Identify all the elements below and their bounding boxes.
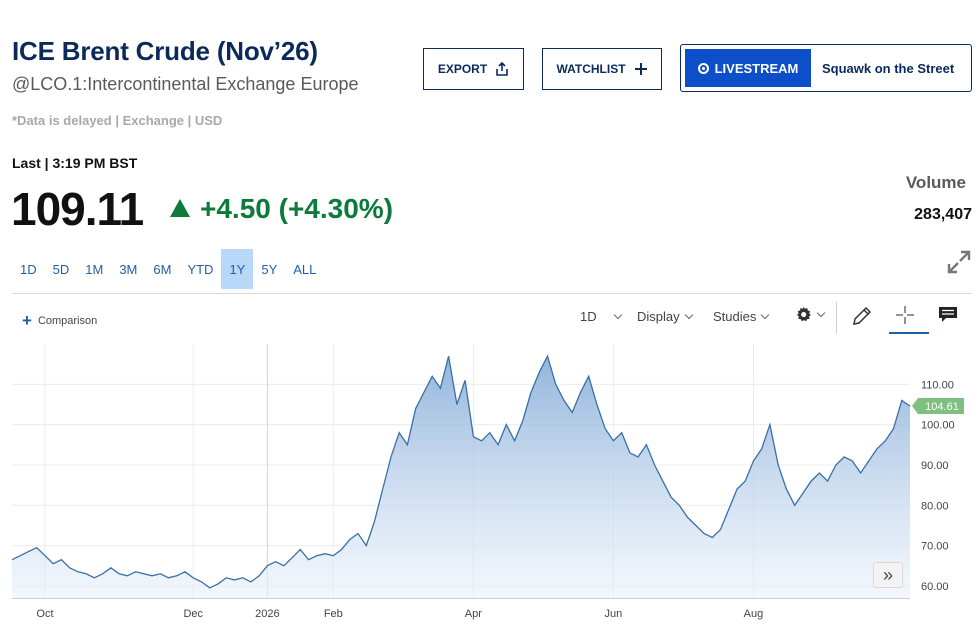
chevron-down-icon — [816, 308, 826, 318]
interval-label: 1D — [580, 309, 597, 324]
x-tick-label: Aug — [744, 608, 764, 620]
range-5y[interactable]: 5Y — [253, 249, 285, 289]
watchlist-label: WATCHLIST — [556, 62, 626, 76]
watchlist-button[interactable]: WATCHLIST — [542, 48, 662, 90]
x-tick-label: Oct — [36, 608, 53, 620]
comparison-plus-icon: + — [22, 311, 32, 330]
up-arrow-icon — [170, 199, 190, 217]
volume-label: Volume — [905, 173, 966, 192]
scroll-to-latest-button[interactable]: » — [873, 562, 903, 588]
plus-icon — [634, 63, 647, 75]
time-range-selector: 1D 5D 1M 3M 6M YTD 1Y 5Y ALL — [12, 249, 324, 289]
comparison-button[interactable]: + Comparison — [22, 312, 97, 329]
page-title: ICE Brent Crude (Nov’26) — [12, 36, 318, 66]
livestream-show-name: Squawk on the Street — [822, 60, 955, 76]
instrument-subtitle: @LCO.1:Intercontinental Exchange Europe — [12, 74, 359, 94]
x-tick-label: Dec — [183, 608, 203, 620]
export-label: EXPORT — [437, 62, 488, 76]
active-tool-indicator — [889, 332, 929, 334]
crosshair-icon[interactable] — [895, 305, 915, 325]
price-change: +4.50 (+4.30%) — [170, 193, 393, 225]
interval-dropdown[interactable]: 1D — [580, 309, 622, 324]
last-trade-label: Last | 3:19 PM BST — [12, 155, 138, 171]
studies-dropdown[interactable]: Studies — [713, 309, 770, 324]
expand-icon[interactable] — [946, 249, 972, 275]
y-tick-label: 80.00 — [921, 500, 949, 512]
x-tick-label: Feb — [324, 608, 343, 620]
y-tick-label: 60.00 — [921, 581, 949, 593]
share-icon — [496, 62, 508, 76]
live-dot-icon — [697, 62, 709, 74]
range-ytd[interactable]: YTD — [179, 249, 221, 289]
price-chart[interactable]: 60.00 70.00 80.00 90.00 100.00 110.00 Oct Dec 20… — [12, 338, 978, 624]
comparison-label: Comparison — [37, 314, 98, 327]
price-change-value: +4.50 (+4.30%) — [200, 193, 394, 224]
annotation-icon[interactable] — [938, 306, 958, 324]
last-price: 109.11 — [11, 183, 144, 235]
pencil-icon[interactable] — [851, 305, 873, 327]
display-label: Display — [637, 309, 680, 324]
fast-forward-icon: » — [882, 564, 893, 585]
export-button[interactable]: EXPORT — [423, 48, 524, 90]
toolbar-divider — [12, 293, 972, 294]
settings-dropdown[interactable] — [795, 306, 826, 323]
chevron-down-icon — [761, 310, 770, 320]
y-tick-label: 100.00 — [921, 420, 955, 432]
y-tick-label: 70.00 — [921, 541, 949, 553]
delayed-note: *Data is delayed | Exchange | USD — [12, 113, 223, 128]
volume-value: 283,407 — [914, 206, 972, 223]
chevron-down-icon — [613, 310, 622, 320]
range-1m[interactable]: 1M — [77, 249, 111, 289]
range-5d[interactable]: 5D — [45, 249, 78, 289]
range-1y[interactable]: 1Y — [221, 249, 254, 289]
studies-label: Studies — [713, 309, 757, 324]
livestream-label: LIVESTREAM — [714, 60, 799, 76]
livestream-button[interactable]: LIVESTREAM — [685, 49, 811, 87]
x-tick-label: Jun — [605, 608, 623, 620]
range-3m[interactable]: 3M — [111, 249, 145, 289]
price-chart-svg: 60.00 70.00 80.00 90.00 100.00 110.00 Oct Dec 20… — [12, 344, 964, 620]
chevron-down-icon — [684, 310, 693, 320]
range-1d[interactable]: 1D — [12, 249, 45, 289]
range-6m[interactable]: 6M — [145, 249, 179, 289]
display-dropdown[interactable]: Display — [637, 309, 693, 324]
last-price-tag-label: 104.61 — [925, 401, 959, 413]
tool-divider — [836, 302, 837, 334]
range-all[interactable]: ALL — [285, 249, 324, 289]
y-tick-label: 110.00 — [921, 379, 954, 391]
y-tick-label: 90.00 — [921, 460, 949, 472]
x-tick-label: 2026 — [255, 608, 279, 620]
livestream-widget[interactable]: LIVESTREAM Squawk on the Street — [680, 44, 972, 92]
x-tick-label: Apr — [465, 608, 482, 620]
gear-icon — [796, 306, 811, 322]
